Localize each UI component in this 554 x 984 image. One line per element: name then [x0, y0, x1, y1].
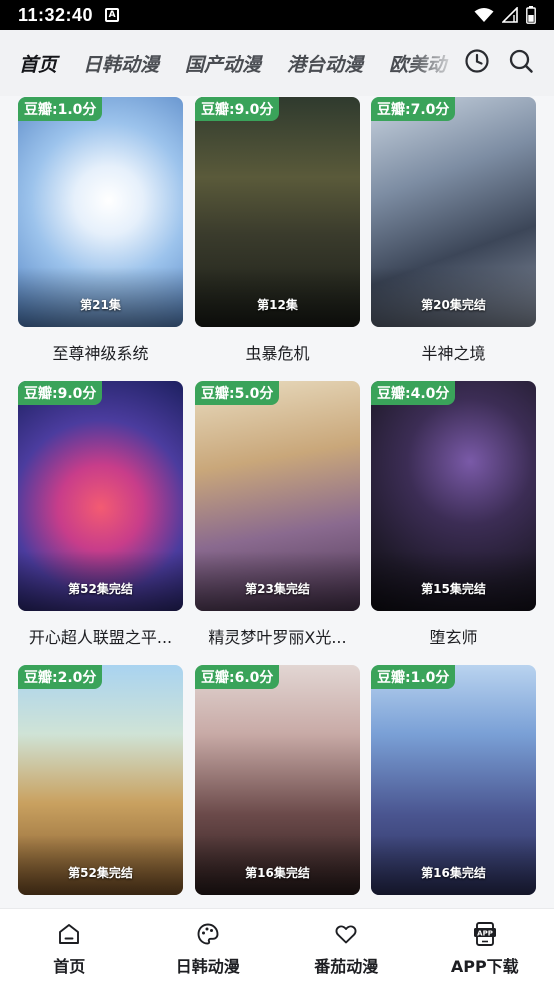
episode-label: 第12集	[257, 298, 298, 312]
anime-title[interactable]: 精灵梦叶罗丽X光...	[195, 624, 360, 648]
anime-title[interactable]: 半神之境	[371, 340, 536, 364]
nav-app-download-label: APP下载	[450, 957, 519, 976]
episode-label: 第23集完结	[245, 582, 310, 596]
anime-title[interactable]: 开心超人联盟之平...	[18, 624, 183, 648]
anime-grid: 豆瓣:1.0分 第21集 至尊神级系统 豆瓣:9.0分 第12集 虫暴危机 豆瓣…	[18, 96, 536, 908]
search-icon[interactable]	[507, 47, 535, 75]
home-icon	[56, 921, 82, 947]
douban-score-badge: 豆瓣:6.0分	[195, 665, 280, 689]
tab-fade	[410, 30, 460, 96]
anime-card[interactable]: 豆瓣:5.0分 第23集完结 精灵梦叶罗丽X光...	[195, 381, 360, 648]
douban-score-badge: 豆瓣:7.0分	[371, 97, 456, 121]
tab-japan-korea[interactable]: 日韩动漫	[83, 50, 159, 77]
anime-card[interactable]: 豆瓣:9.0分 第52集完结 开心超人联盟之平...	[18, 381, 183, 648]
douban-score-badge: 豆瓣:4.0分	[371, 381, 456, 405]
anime-card[interactable]: 豆瓣:7.0分 第20集完结 半神之境	[371, 97, 536, 364]
svg-text:APP: APP	[477, 930, 493, 938]
poster[interactable]: 豆瓣:9.0分 第52集完结	[18, 381, 183, 611]
poster[interactable]: 豆瓣:6.0分 第16集完结	[195, 665, 360, 895]
poster[interactable]: 豆瓣:7.0分 第20集完结	[371, 97, 536, 327]
heart-icon	[333, 921, 359, 947]
wifi-icon	[474, 8, 494, 22]
nav-japan-korea[interactable]: 日韩动漫	[139, 909, 278, 984]
anime-card[interactable]: 豆瓣:6.0分 第16集完结	[195, 665, 360, 908]
episode-label: 第15集完结	[421, 582, 486, 596]
nav-fanqie[interactable]: 番茄动漫	[277, 909, 416, 984]
nav-japan-korea-label: 日韩动漫	[175, 957, 240, 976]
bottom-nav: 首页 日韩动漫 番茄动漫 APP APP下载	[0, 908, 554, 984]
nav-fanqie-label: 番茄动漫	[314, 957, 379, 976]
douban-score-badge: 豆瓣:1.0分	[18, 97, 103, 121]
douban-score-badge: 豆瓣:1.0分	[371, 665, 456, 689]
history-icon[interactable]	[463, 47, 491, 75]
douban-score-badge: 豆瓣:5.0分	[195, 381, 280, 405]
douban-score-badge: 豆瓣:2.0分	[18, 665, 103, 689]
poster[interactable]: 豆瓣:5.0分 第23集完结	[195, 381, 360, 611]
nav-app-download[interactable]: APP APP下载	[416, 909, 554, 984]
poster[interactable]: 豆瓣:1.0分 第21集	[18, 97, 183, 327]
tab-home[interactable]: 首页	[16, 50, 60, 79]
tab-hk-tw[interactable]: 港台动漫	[287, 50, 363, 77]
episode-label: 第52集完结	[68, 582, 133, 596]
tab-domestic[interactable]: 国产动漫	[185, 50, 261, 77]
nav-home-label: 首页	[53, 957, 86, 976]
douban-score-badge: 豆瓣:9.0分	[195, 97, 280, 121]
episode-label: 第20集完结	[421, 298, 486, 312]
status-time: 11:32:40	[18, 4, 94, 25]
anime-card[interactable]: 豆瓣:9.0分 第12集 虫暴危机	[195, 97, 360, 364]
palette-icon	[195, 921, 221, 947]
anime-card[interactable]: 豆瓣:1.0分 第21集 至尊神级系统	[18, 97, 183, 364]
category-tabs: 首页 日韩动漫 国产动漫 港台动漫 欧美动	[0, 30, 450, 96]
anime-title[interactable]: 虫暴危机	[195, 340, 360, 364]
anime-card[interactable]: 豆瓣:1.0分 第16集完结	[371, 665, 536, 908]
top-tab-bar: 首页 日韩动漫 国产动漫 港台动漫 欧美动	[0, 30, 554, 96]
episode-label: 第16集完结	[245, 866, 310, 880]
signal-icon	[502, 7, 518, 23]
episode-label: 第21集	[80, 298, 121, 312]
status-icons	[474, 6, 536, 24]
episode-label: 第52集完结	[68, 866, 133, 880]
anime-card[interactable]: 豆瓣:4.0分 第15集完结 堕玄师	[371, 381, 536, 648]
anime-title[interactable]: 至尊神级系统	[18, 340, 183, 364]
status-bar: 11:32:40 A	[0, 0, 554, 30]
poster[interactable]: 豆瓣:4.0分 第15集完结	[371, 381, 536, 611]
poster[interactable]: 豆瓣:1.0分 第16集完结	[371, 665, 536, 895]
battery-icon	[526, 6, 536, 24]
app-download-icon: APP	[472, 921, 498, 947]
anime-card[interactable]: 豆瓣:2.0分 第52集完结	[18, 665, 183, 908]
notification-icon: A	[105, 8, 120, 22]
douban-score-badge: 豆瓣:9.0分	[18, 381, 103, 405]
poster[interactable]: 豆瓣:2.0分 第52集完结	[18, 665, 183, 895]
episode-label: 第16集完结	[421, 866, 486, 880]
nav-home[interactable]: 首页	[0, 909, 139, 984]
anime-title[interactable]: 堕玄师	[371, 624, 536, 648]
poster[interactable]: 豆瓣:9.0分 第12集	[195, 97, 360, 327]
